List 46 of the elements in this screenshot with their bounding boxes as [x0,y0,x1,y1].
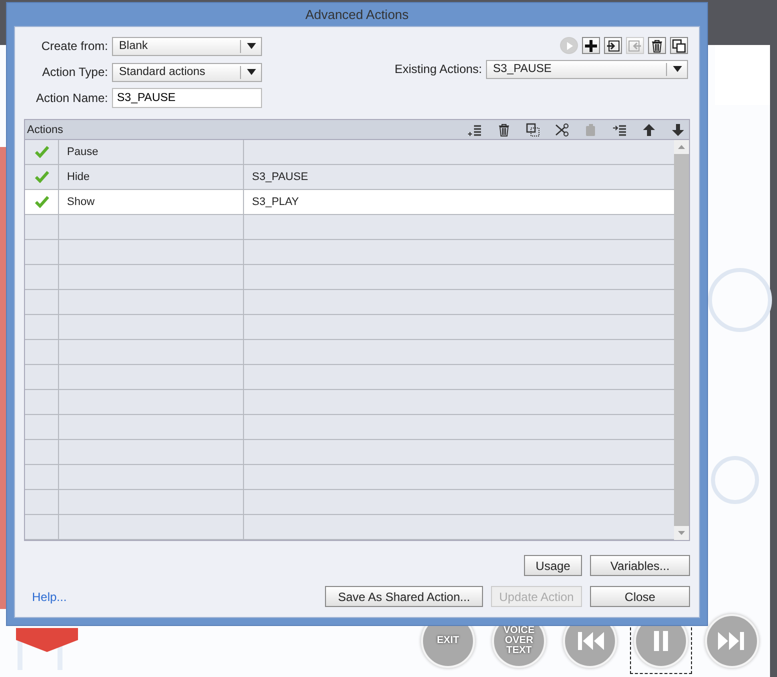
table-cell: Show [67,196,95,208]
add-row-icon[interactable] [468,122,482,136]
table-cell: S3_PLAY [252,196,299,208]
field-label: Create from: [40,39,108,53]
help-link[interactable]: Help... [24,590,67,604]
table-cell: Pause [67,146,98,158]
up-icon[interactable] [642,122,656,136]
check-icon[interactable] [34,146,48,158]
delete-icon[interactable] [497,122,511,136]
field-label: Action Type: [41,65,108,79]
chevron-shape [16,628,78,652]
insert-icon[interactable] [613,122,627,136]
window-title: Advanced Actions [305,7,409,22]
table-row[interactable]: Hide S3_PAUSE [25,165,674,190]
dialog-button[interactable]: Close [590,586,690,607]
fast-forward-icon [717,630,747,652]
dropdown[interactable]: Standard actions [112,62,262,82]
dropdown[interactable]: S3_PAUSE [486,60,688,78]
dialog-button[interactable]: Save As Shared Action... [325,586,483,607]
caret-icon [246,43,256,49]
input-field[interactable]: S3_PAUSE [112,88,262,108]
import-icon[interactable] [604,37,622,54]
table-cell: Hide [67,171,90,183]
field-label: Existing Actions: [394,62,482,76]
check-icon[interactable] [34,196,48,208]
scrollbar[interactable] [674,140,689,540]
dialog-button[interactable]: Usage [524,555,582,576]
table-title: Actions [26,124,64,136]
duplicate-icon[interactable] [670,37,688,54]
cut-icon[interactable] [555,122,569,136]
down-icon[interactable] [671,122,685,136]
caret-icon [672,66,682,72]
dialog-button[interactable]: Variables... [590,555,690,576]
table-row[interactable]: Show S3_PLAY [25,190,674,215]
check-icon[interactable] [34,171,48,183]
rewind-icon [575,630,605,652]
scroll-up-arrow-icon[interactable] [678,145,685,149]
caret-icon [246,69,256,75]
scroll-down-arrow-icon[interactable] [678,531,685,535]
dropdown[interactable]: Blank [112,36,262,56]
copy-icon[interactable] [526,122,540,136]
table-row[interactable]: Pause [25,140,674,165]
table-cell: S3_PAUSE [252,171,308,183]
add-icon[interactable] [582,37,600,54]
field-label: Action Name: [34,91,108,105]
delete-icon[interactable] [648,37,666,54]
